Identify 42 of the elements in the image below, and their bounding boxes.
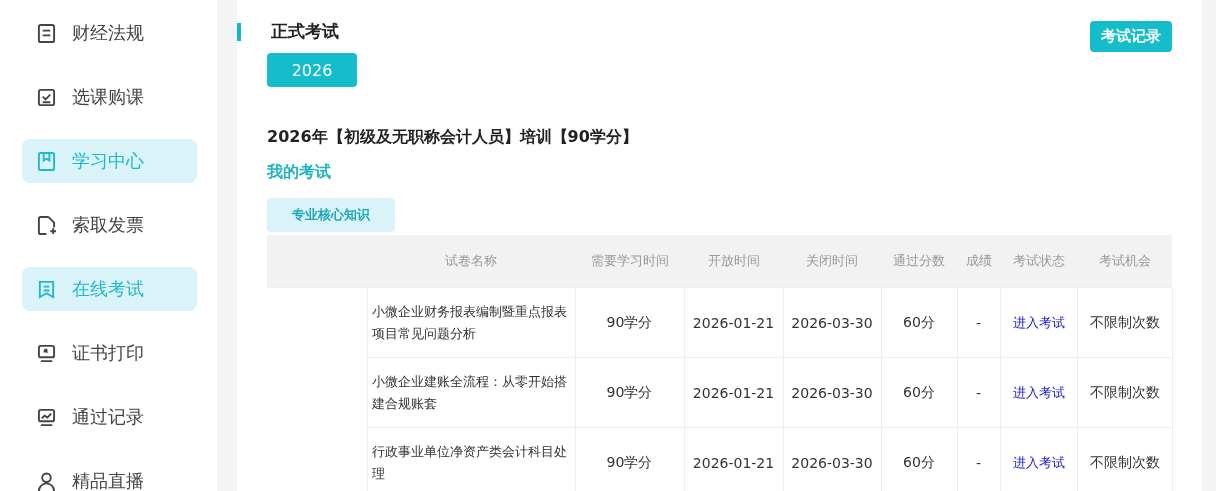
section-title: 正式考试 xyxy=(271,20,339,43)
enter-exam-link[interactable]: 进入考试 xyxy=(1012,384,1065,400)
sidebar-item[interactable]: 精品直播 xyxy=(22,459,197,491)
person-icon xyxy=(37,471,56,491)
section-heading: 我的考试 xyxy=(267,162,332,183)
column-header: 成绩 xyxy=(957,235,1000,288)
column-header: 关闭时间 xyxy=(783,235,881,288)
table-cell: 2026-01-21 xyxy=(684,287,783,358)
table-cell: 60分 xyxy=(881,357,957,428)
table-cell: - xyxy=(957,357,1000,428)
bookmark-icon xyxy=(37,151,56,171)
form-icon xyxy=(37,279,56,299)
table-cell: 90学分 xyxy=(575,287,684,358)
sidebar-item[interactable]: 证书打印 xyxy=(22,331,197,375)
monitor-icon xyxy=(37,343,56,363)
enter-exam-link[interactable]: 进入考试 xyxy=(1012,314,1065,330)
sidebar-item[interactable]: 选课购课 xyxy=(22,75,197,119)
column-header: 试卷名称 xyxy=(367,235,575,288)
column-header: 通过分数 xyxy=(881,235,957,288)
table-cell: 60分 xyxy=(881,287,957,358)
sidebar-item[interactable]: 索取发票 xyxy=(22,203,197,247)
table-cell: 2026-03-30 xyxy=(783,357,881,428)
table-cell: 2026-01-21 xyxy=(684,357,783,428)
table-cell: 小微企业财务报表编制暨重点报表项目常见问题分析 xyxy=(367,287,575,358)
chart-icon xyxy=(37,407,56,427)
column-header: 需要学习时间 xyxy=(575,235,684,288)
column-header: 考试机会 xyxy=(1077,235,1172,288)
sidebar-item[interactable]: 通过记录 xyxy=(22,395,197,439)
table-cell: 不限制次数 xyxy=(1077,287,1172,358)
table-cell: 不限制次数 xyxy=(1077,357,1172,428)
column-header: 考试状态 xyxy=(1000,235,1077,288)
course-title: 2026年【初级及无职称会计人员】培训【90学分】 xyxy=(267,127,639,148)
sidebar-item[interactable]: 财经法规 xyxy=(22,11,197,55)
table-cell: - xyxy=(957,287,1000,358)
checkbox-icon xyxy=(37,87,56,107)
file-plus-icon xyxy=(37,215,56,235)
table-cell: 90学分 xyxy=(575,357,684,428)
enter-exam-link[interactable]: 进入考试 xyxy=(1012,454,1065,470)
column-header: 开放时间 xyxy=(684,235,783,288)
table-cell: 小微企业建账全流程：从零开始搭建合规账套 xyxy=(367,357,575,428)
table-cell: 2026-03-30 xyxy=(783,287,881,358)
document-icon xyxy=(37,23,56,43)
